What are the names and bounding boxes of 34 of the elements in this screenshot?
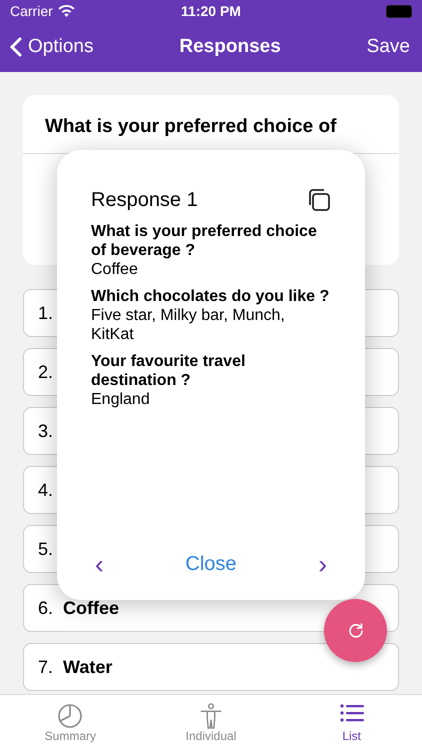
answer-number: 7. — [38, 656, 54, 678]
popup-title: Response 1 — [91, 188, 198, 212]
previous-button[interactable]: ‹ — [91, 549, 108, 580]
status-time: 11:20 PM — [181, 3, 241, 19]
battery-icon — [386, 4, 412, 18]
tab-item[interactable]: List — [281, 695, 422, 745]
question-title: What is your preferred choice of — [44, 115, 338, 139]
response-answer: Coffee — [91, 260, 139, 279]
answer-row[interactable]: 7. Water — [23, 643, 399, 691]
save-button[interactable]: Save — [366, 36, 410, 58]
close-button[interactable]: Close — [179, 552, 243, 577]
answer-number: 3. — [38, 420, 54, 442]
wifi-icon — [58, 5, 75, 17]
response-question: Your favourite travel destination ? — [91, 352, 246, 390]
answer-number: 1. — [38, 302, 54, 324]
answer-number: 2. — [38, 362, 54, 382]
pie-chart-icon — [57, 703, 84, 729]
list-icon — [340, 703, 364, 723]
back-button[interactable]: Options — [10, 36, 94, 58]
response-answer: England — [91, 390, 151, 409]
nav-title: Responses — [179, 36, 281, 58]
answer-text: Water — [63, 656, 112, 678]
copy-icon[interactable] — [307, 188, 331, 212]
answer-number: 6. — [38, 598, 54, 618]
answer-number: 5. — [38, 538, 54, 560]
chevron-left-icon — [10, 37, 22, 57]
response-question: Which chocolates do you like ? — [91, 287, 330, 306]
response-question: What is your preferred choice of beverage ? — [91, 222, 318, 260]
person-icon — [198, 703, 224, 729]
carrier-label: Carrier — [10, 3, 53, 19]
answer-number: 4. — [38, 480, 54, 500]
answer-text: Coffee — [63, 598, 120, 618]
response-answer: Five star, Milky bar, Munch, KitKat — [91, 306, 286, 344]
next-button[interactable]: › — [314, 549, 331, 580]
